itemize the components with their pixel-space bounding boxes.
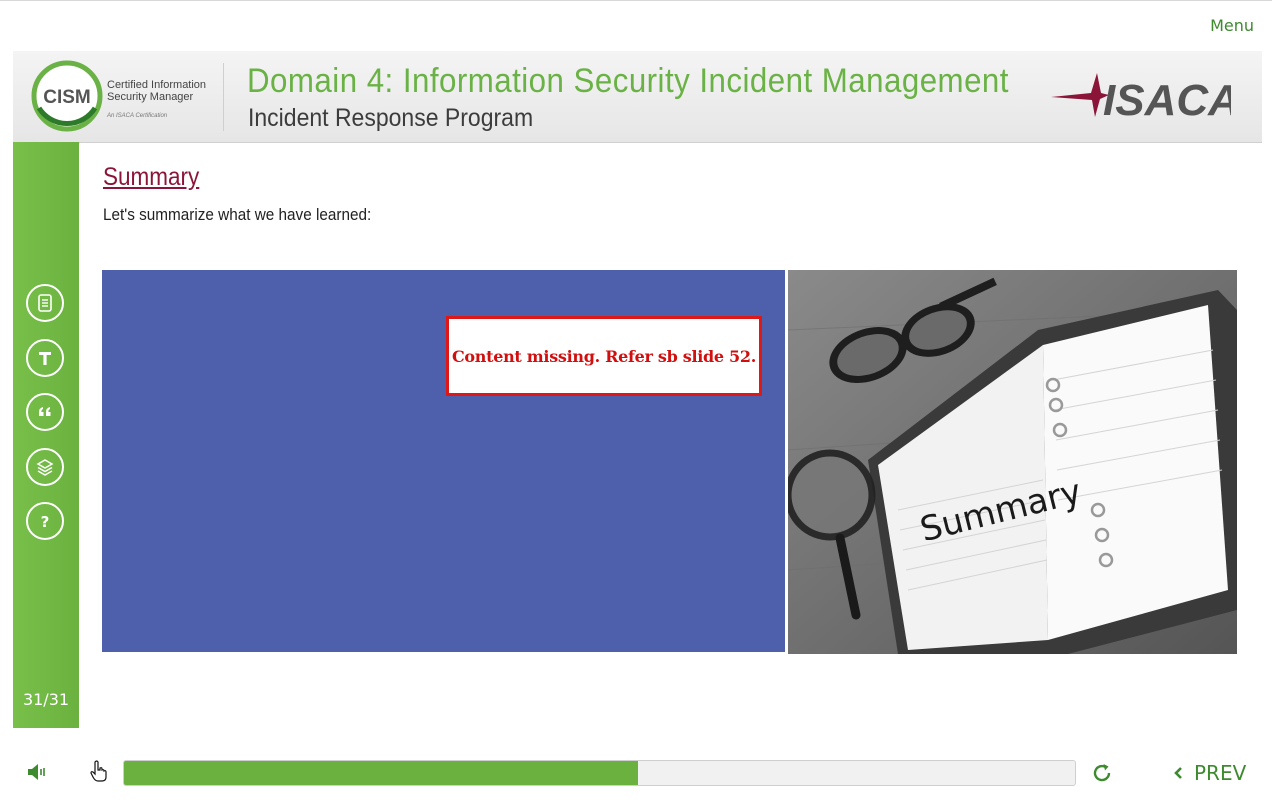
sidebar-item-help[interactable]: ? [26,502,64,540]
player-frame: Menu CISM Certified Information Security… [0,0,1272,805]
prev-button[interactable]: PREV [1172,760,1246,786]
isaca-logo: ISACA [1051,73,1231,125]
cism-caption-line1: Certified Information [107,79,207,91]
cism-tagline: An ISACA Certification [107,113,168,119]
player-controls: PREV [0,743,1272,806]
domain-title: Domain 4: Information Security Incident … [247,62,1009,100]
replay-icon[interactable] [1089,760,1115,786]
sidebar: ? 31/31 [13,142,79,728]
layers-icon [36,459,54,476]
course-header: CISM Certified Information Security Mana… [13,51,1262,143]
progress-fill [124,761,638,785]
missing-content-text: Content missing. Refer sb slide 52. [451,346,756,366]
slide-intro: Let's summarize what we have learned: [103,205,372,224]
lesson-subtitle: Incident Response Program [248,104,534,132]
transcript-t-icon [39,352,51,365]
sidebar-item-resources[interactable] [26,284,64,322]
missing-content-notice: Content missing. Refer sb slide 52. [446,316,762,396]
svg-text:?: ? [41,513,50,531]
hand-cursor-icon [90,760,107,782]
cism-logo: CISM [31,60,103,132]
cism-caption: Certified Information Security Manager [107,79,206,103]
volume-icon[interactable] [26,761,48,783]
chevron-left-icon [1174,767,1182,779]
cism-caption-line2: Security Manager [107,91,194,103]
cism-logo-text: CISM [43,87,91,108]
slide-heading: Summary [103,163,200,191]
quote-icon [39,407,51,416]
sidebar-item-transcript[interactable] [26,339,64,377]
prev-label: PREV [1194,761,1247,785]
sidebar-item-glossary[interactable] [26,393,64,431]
slide-counter: 31/31 [22,690,70,709]
header-divider [223,63,224,131]
isaca-logo-text: ISACA [1103,76,1231,125]
help-icon: ? [41,513,50,531]
document-icon [38,294,52,312]
progress-bar[interactable] [123,760,1076,786]
sidebar-item-layers[interactable] [26,448,64,486]
summary-notebook-image: Summary [788,270,1237,654]
menu-button[interactable]: Menu [1210,16,1254,35]
